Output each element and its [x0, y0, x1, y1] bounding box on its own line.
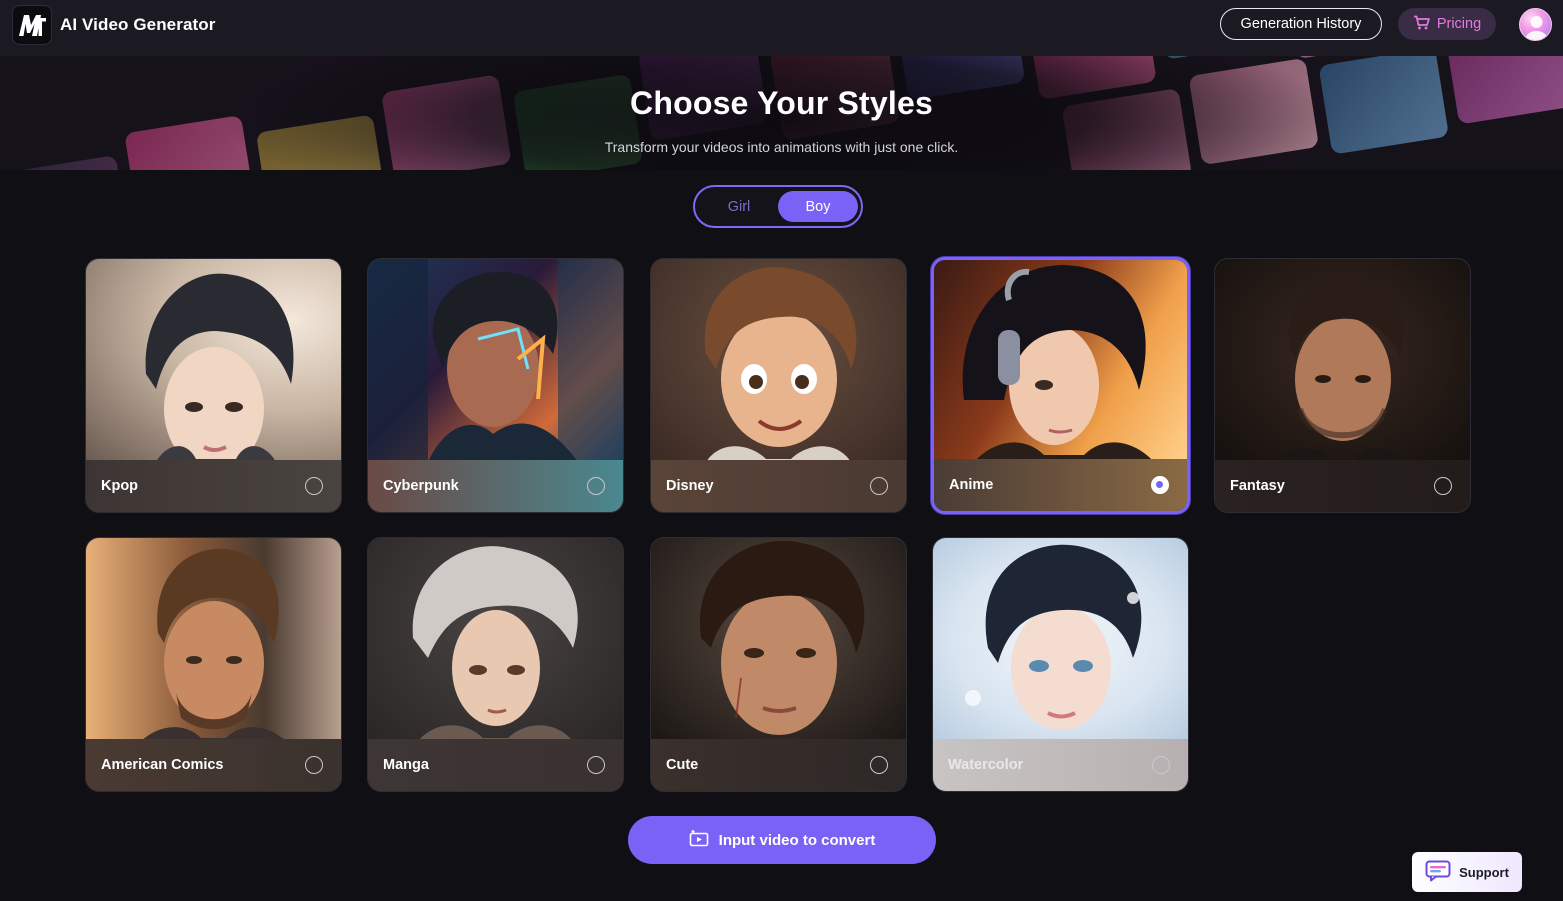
style-preview-image: [651, 538, 906, 741]
style-label: American Comics: [101, 757, 224, 773]
style-label: Kpop: [101, 478, 139, 494]
generation-history-button[interactable]: Generation History: [1220, 8, 1382, 40]
app-title: AI Video Generator: [60, 15, 216, 34]
style-preview-image: [934, 260, 1187, 462]
user-avatar[interactable]: [1519, 8, 1552, 41]
cart-icon: [1413, 15, 1430, 34]
style-radio[interactable]: [870, 477, 888, 495]
style-label: Watercolor: [948, 757, 1024, 773]
style-card-watercolor[interactable]: Watercolor: [932, 537, 1189, 792]
style-card-american-comics[interactable]: American Comics: [85, 537, 342, 792]
convert-label: Input video to convert: [718, 831, 876, 849]
style-card-cyberpunk[interactable]: Cyberpunk: [367, 258, 624, 513]
style-label: Disney: [666, 478, 714, 494]
style-card-fantasy[interactable]: Fantasy: [1214, 258, 1471, 513]
style-radio[interactable]: [305, 756, 323, 774]
style-preview-image: [86, 538, 341, 741]
pricing-button[interactable]: Pricing: [1398, 8, 1496, 40]
style-preview-image: [651, 259, 906, 462]
style-card-cute[interactable]: Cute: [650, 537, 907, 792]
style-card-disney[interactable]: Disney: [650, 258, 907, 513]
style-radio[interactable]: [1152, 756, 1170, 774]
style-card-kpop[interactable]: Kpop: [85, 258, 342, 513]
style-radio[interactable]: [305, 477, 323, 495]
video-upload-icon: [689, 829, 709, 851]
input-video-convert-button[interactable]: Input video to convert: [628, 816, 936, 864]
style-preview-image: [86, 259, 341, 462]
style-preview-image: [368, 538, 623, 741]
style-radio[interactable]: [1151, 476, 1169, 494]
toggle-boy[interactable]: Boy: [778, 191, 858, 222]
style-label: Cyberpunk: [383, 478, 459, 494]
style-radio[interactable]: [1434, 477, 1452, 495]
gender-toggle: Girl Boy: [693, 185, 863, 228]
style-label: Anime: [949, 477, 994, 493]
style-radio[interactable]: [587, 756, 605, 774]
style-radio[interactable]: [587, 477, 605, 495]
page: AI Video Generator Generation History Pr…: [0, 0, 1563, 901]
hero-banner: Choose Your Styles Transform your videos…: [0, 56, 1563, 170]
style-preview-image: [368, 259, 623, 462]
toggle-girl[interactable]: Girl: [701, 191, 777, 222]
logo-icon[interactable]: [12, 5, 52, 45]
style-preview-image: [1215, 259, 1470, 462]
style-label: Manga: [383, 757, 429, 773]
style-radio[interactable]: [870, 756, 888, 774]
support-label: Support: [1459, 864, 1509, 880]
support-button[interactable]: Support: [1412, 852, 1522, 892]
top-bar: AI Video Generator Generation History Pr…: [0, 0, 1563, 56]
style-preview-image: [933, 538, 1188, 741]
style-label: Fantasy: [1230, 478, 1285, 494]
style-card-manga[interactable]: Manga: [367, 537, 624, 792]
pricing-label: Pricing: [1436, 16, 1482, 32]
page-subtitle: Transform your videos into animations wi…: [604, 139, 959, 155]
style-label: Cute: [666, 757, 699, 773]
page-title: Choose Your Styles: [630, 85, 933, 121]
style-card-anime[interactable]: Anime: [931, 257, 1190, 514]
chat-support-icon: [1425, 860, 1451, 885]
